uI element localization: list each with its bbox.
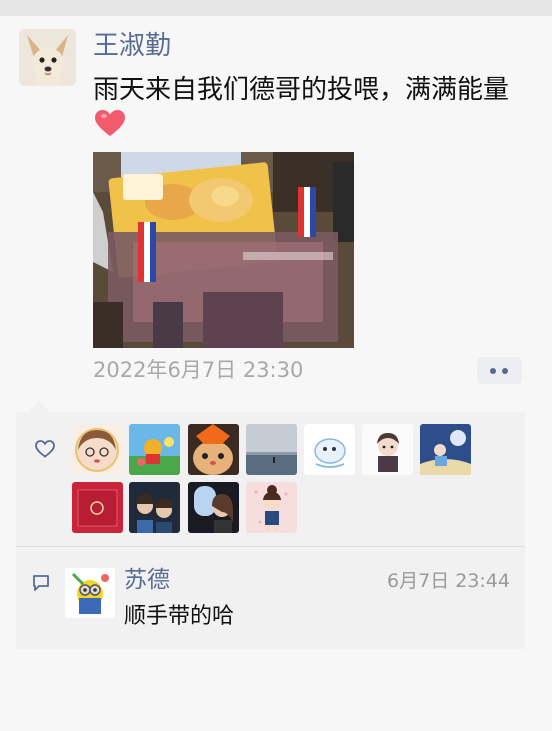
- heart-outline-icon: [35, 440, 55, 462]
- liker-avatar[interactable]: [188, 424, 239, 475]
- post-text: 雨天来自我们德哥的投喂，满满能量: [93, 75, 510, 105]
- author-avatar[interactable]: [19, 29, 76, 86]
- top-status-strip: [0, 0, 552, 16]
- liker-avatar[interactable]: [362, 424, 413, 475]
- liker-avatar[interactable]: [72, 424, 123, 475]
- liker-avatar[interactable]: [188, 482, 239, 533]
- comment-bubble-icon: [32, 574, 50, 596]
- liker-avatar[interactable]: [129, 482, 180, 533]
- comment-timestamp: 6月7日 23:44: [387, 570, 510, 592]
- post-photo[interactable]: [93, 152, 354, 348]
- liker-avatar[interactable]: [246, 482, 297, 533]
- liker-avatar[interactable]: [129, 424, 180, 475]
- liker-avatar[interactable]: [72, 482, 123, 533]
- dot-icon: [502, 368, 508, 374]
- post-text-block: 雨天来自我们德哥的投喂，满满能量: [93, 72, 538, 147]
- dot-icon: [490, 368, 496, 374]
- liker-avatar[interactable]: [420, 424, 471, 475]
- more-actions-button[interactable]: [477, 357, 522, 384]
- commenter-avatar[interactable]: [65, 568, 115, 618]
- commenter-name[interactable]: 苏德: [124, 565, 170, 595]
- panel-caret: [28, 400, 50, 412]
- red-heart-emoji-icon: [95, 110, 125, 147]
- liker-avatar[interactable]: [246, 424, 297, 475]
- post-timestamp: 2022年6月7日 23:30: [93, 358, 304, 382]
- likes-comments-divider: [16, 546, 525, 547]
- comment-text[interactable]: 顺手带的哈: [124, 602, 234, 632]
- liker-avatar[interactable]: [304, 424, 355, 475]
- post-author-name[interactable]: 王淑勤: [93, 29, 171, 63]
